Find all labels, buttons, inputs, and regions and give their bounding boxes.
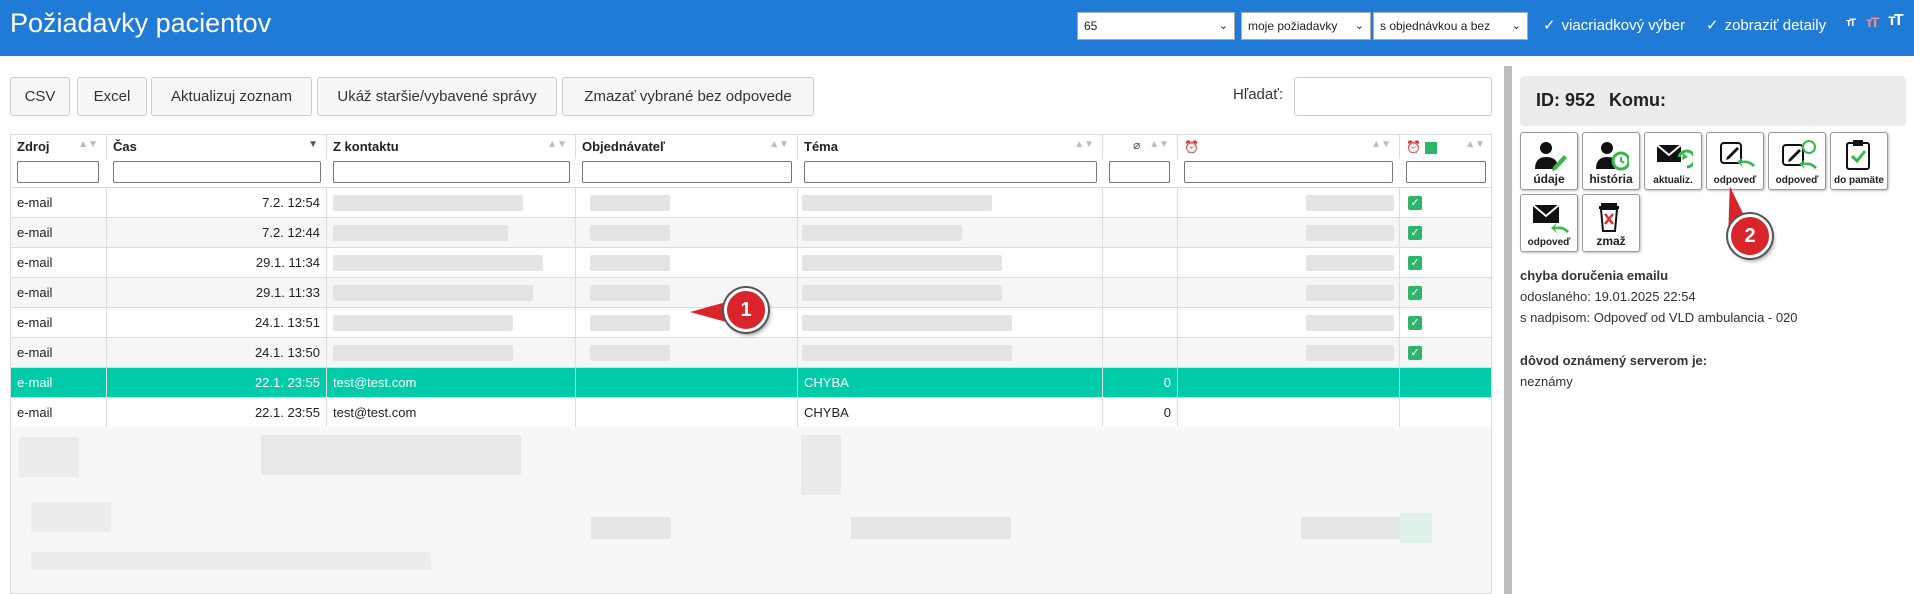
history-button[interactable]: história [1582,132,1640,190]
request-list-panel: CSV Excel Aktualizuj zoznam Ukáž staršie… [0,56,1500,594]
count-select[interactable]: 65 ⌄ [1077,12,1235,40]
table-row[interactable]: e-mail 7.2. 12:54 ✓ [11,187,1491,217]
table-row-selected[interactable]: e-mail 22.1. 23:55 test@test.com CHYBA 0 [11,367,1491,397]
refresh-list-button[interactable]: Aktualizuj zoznam [151,77,312,116]
font-medium-icon[interactable]: тT [1866,14,1879,30]
check-icon: ✓ [1706,17,1719,34]
filter-source[interactable] [17,161,99,183]
reason-title: dôvod oznámený serverom je: [1520,353,1708,368]
delete-button[interactable]: zmaž [1582,194,1640,252]
sent-date: odoslaného: 19.01.2025 22:54 [1520,289,1696,304]
filter-topic[interactable] [804,161,1097,183]
mail-reply-icon [1533,204,1569,233]
redacted-area [11,427,1491,593]
sort-icon: ▲▼ [1149,139,1169,150]
filter-orderer[interactable] [582,161,792,183]
sort-icon: ▲▼ [1371,139,1391,150]
check-icon: ✓ [1408,286,1422,300]
paperclip-icon: ⌀ [1133,138,1141,152]
reason-value: neznámy [1520,374,1573,389]
column-header-source[interactable]: Zdroj ▲▼ [11,135,107,159]
chevron-down-icon: ⌄ [1218,20,1228,32]
reply-button[interactable]: odpoveď [1706,132,1764,190]
save-to-memory-button[interactable]: do pamäte [1830,132,1888,190]
clipboard-check-icon [1846,140,1870,170]
column-header-reminder[interactable]: ⏰ ▲▼ [1178,135,1400,159]
detail-panel: ID: 952 Komu: údaje história aktualiz. od… [1518,66,1914,594]
requests-table: Zdroj ▲▼ Čas ▼ Z kontaktu ▲▼ Objednávateľ ▲▼… [10,134,1492,594]
font-small-icon[interactable]: тT [1846,17,1856,29]
sort-desc-icon: ▼ [308,139,318,150]
filter-time[interactable] [113,161,321,183]
panel-divider[interactable] [1504,66,1512,594]
column-header-contact[interactable]: Z kontaktu ▲▼ [327,135,576,159]
reply-edit-icon [1720,142,1755,167]
top-bar: Požiadavky pacientov 65 ⌄ moje požiadavky… [0,0,1914,56]
alarm-clock-icon: ⏰ [1184,140,1199,154]
reply-later-button[interactable]: odpoveď [1768,132,1826,190]
sort-icon: ▲▼ [1465,139,1485,150]
sort-icon: ▲▼ [1074,139,1094,150]
table-row[interactable]: e-mail 24.1. 13:50 ✓ [11,337,1491,367]
csv-button[interactable]: CSV [10,77,70,116]
sort-icon: ▲▼ [78,139,98,150]
sort-icon: ▲▼ [547,139,567,150]
sort-icon: ▲▼ [769,139,789,150]
search-input[interactable] [1294,77,1492,116]
filter-done[interactable] [1406,161,1486,183]
column-header-topic[interactable]: Téma ▲▼ [798,135,1103,159]
alarm-clock-icon: ⏰ [1406,140,1421,154]
message-id: ID: 952 [1536,90,1596,110]
check-icon [1424,141,1437,154]
filter-contact[interactable] [333,161,570,183]
callout-marker-1: 1 [724,288,768,332]
show-older-button[interactable]: Ukáž staršie/vybavené správy [317,77,557,116]
search-label: Hľadať: [1233,86,1284,103]
user-edit-icon [1535,142,1567,171]
subject-line: s nadpisom: Odpoveď od VLD ambulancia - … [1520,310,1798,325]
details-label: zobraziť detaily [1724,17,1827,34]
table-row[interactable]: e-mail 29.1. 11:34 ✓ [11,247,1491,277]
column-header-attachment[interactable]: ⌀ ▲▼ [1103,135,1178,159]
delete-unanswered-button[interactable]: Zmazať vybrané bez odpovede [562,77,814,116]
excel-button[interactable]: Excel [77,77,147,116]
scope-select[interactable]: moje požiadavky ⌄ [1241,12,1371,40]
details-toggle[interactable]: ✓ zobraziť detaily [1706,16,1826,34]
table-row[interactable]: e-mail 22.1. 23:55 test@test.com CHYBA 0 [11,397,1491,427]
multi-row-label: viacriadkový výber [1561,17,1685,34]
check-icon: ✓ [1408,196,1422,210]
order-select-value: s objednávkou a bez [1380,19,1491,33]
filter-reminder[interactable] [1184,161,1393,183]
order-select[interactable]: s objednávkou a bez ⌄ [1373,12,1528,40]
chevron-down-icon: ⌄ [1354,20,1364,32]
page-title: Požiadavky pacientov [10,8,272,38]
filter-attachment[interactable] [1109,161,1170,183]
reply-clock-icon [1782,140,1817,169]
font-large-icon[interactable]: тT [1888,12,1904,30]
update-button[interactable]: aktualiz. [1644,132,1702,190]
multi-row-toggle[interactable]: ✓ viacriadkový výber [1543,16,1685,34]
column-header-orderer[interactable]: Objednávateľ ▲▼ [576,135,798,159]
trash-icon [1599,203,1619,232]
chevron-down-icon: ⌄ [1511,20,1521,32]
column-header-time[interactable]: Čas ▼ [107,135,327,159]
mail-refresh-icon [1657,144,1693,169]
detail-header: ID: 952 Komu: [1520,76,1906,126]
scope-select-value: moje požiadavky [1248,19,1338,33]
check-icon: ✓ [1408,346,1422,360]
count-select-value: 65 [1084,19,1098,33]
callout-marker-2: 2 [1728,214,1772,258]
user-history-icon [1596,142,1629,171]
check-icon: ✓ [1408,226,1422,240]
error-title: chyba doručenia emailu [1520,268,1669,283]
check-icon: ✓ [1408,256,1422,270]
column-header-done[interactable]: ⏰ ▲▼ [1400,135,1491,159]
details-button[interactable]: údaje [1520,132,1578,190]
table-row[interactable]: e-mail 7.2. 12:44 ✓ [11,217,1491,247]
recipient-label: Komu: [1609,90,1667,110]
check-icon: ✓ [1543,17,1556,34]
mail-reply-button[interactable]: odpoveď [1520,194,1578,252]
check-icon: ✓ [1408,316,1422,330]
